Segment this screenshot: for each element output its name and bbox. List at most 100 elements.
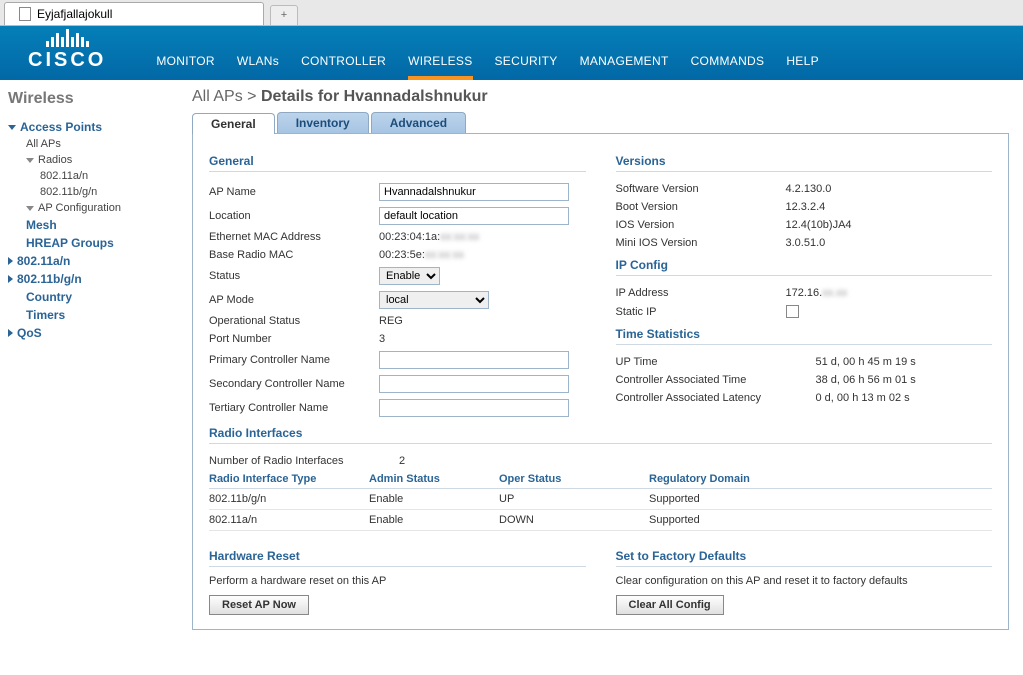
sidebar-radio-80211b[interactable]: 802.11b/g/n bbox=[8, 184, 170, 200]
hw-reset-section: Hardware Reset Perform a hardware reset … bbox=[209, 543, 586, 615]
col-left: General AP Name Location Ethernet MAC Ad… bbox=[209, 148, 586, 420]
brand-text: CISCO bbox=[28, 49, 106, 72]
header-reg-domain: Regulatory Domain bbox=[649, 473, 829, 485]
value-ios-version: 12.4(10b)JA4 bbox=[786, 219, 852, 231]
cisco-bars-icon bbox=[46, 29, 89, 47]
tab-advanced[interactable]: Advanced bbox=[371, 112, 466, 133]
value-base-mac: 00:23:5e:xx:xx:xx bbox=[379, 249, 464, 261]
nav-commands[interactable]: COMMANDS bbox=[691, 54, 765, 68]
value-assoc-time: 38 d, 06 h 56 m 01 s bbox=[816, 374, 916, 386]
label-ap-name: AP Name bbox=[209, 186, 379, 198]
nav-wlans[interactable]: WLANs bbox=[237, 54, 279, 68]
sidebar-80211b[interactable]: 802.11b/g/n bbox=[8, 270, 170, 288]
section-general: General bbox=[209, 154, 586, 172]
sidebar-80211a[interactable]: 802.11a/n bbox=[8, 252, 170, 270]
sidebar-qos[interactable]: QoS bbox=[8, 324, 170, 342]
label-uptime: UP Time bbox=[616, 356, 816, 368]
value-oper-status: REG bbox=[379, 315, 403, 327]
label-sw-version: Software Version bbox=[616, 183, 786, 195]
reset-ap-button[interactable]: Reset AP Now bbox=[209, 595, 309, 615]
label-ter-ctrl: Tertiary Controller Name bbox=[209, 402, 379, 414]
hw-reset-text: Perform a hardware reset on this AP bbox=[209, 575, 586, 587]
sidebar-country[interactable]: Country bbox=[8, 288, 170, 306]
input-ap-name[interactable] bbox=[379, 183, 569, 201]
label-eth-mac: Ethernet MAC Address bbox=[209, 231, 379, 243]
header-bar: CISCO MONITOR WLANs CONTROLLER WIRELESS … bbox=[0, 26, 1023, 80]
label-port: Port Number bbox=[209, 333, 379, 345]
label-pri-ctrl: Primary Controller Name bbox=[209, 354, 379, 366]
value-ip: 172.16.xx.xx bbox=[786, 287, 848, 299]
label-base-mac: Base Radio MAC bbox=[209, 249, 379, 261]
section-ipconfig: IP Config bbox=[616, 258, 993, 276]
nav-help[interactable]: HELP bbox=[786, 54, 819, 68]
tabs: General Inventory Advanced bbox=[192, 112, 1009, 134]
input-ter-ctrl[interactable] bbox=[379, 399, 569, 417]
label-status: Status bbox=[209, 270, 379, 282]
sidebar-timers[interactable]: Timers bbox=[8, 306, 170, 324]
nav-wireless[interactable]: WIRELESS bbox=[408, 54, 472, 68]
sidebar-access-points[interactable]: Access Points bbox=[8, 118, 170, 136]
panel: General AP Name Location Ethernet MAC Ad… bbox=[192, 134, 1009, 630]
nav-monitor[interactable]: MONITOR bbox=[156, 54, 215, 68]
section-versions: Versions bbox=[616, 154, 993, 172]
input-pri-ctrl[interactable] bbox=[379, 351, 569, 369]
label-mini-version: Mini IOS Version bbox=[616, 237, 786, 249]
input-sec-ctrl[interactable] bbox=[379, 375, 569, 393]
value-sw-version: 4.2.130.0 bbox=[786, 183, 832, 195]
sidebar: Wireless Access Points All APs Radios 80… bbox=[0, 80, 178, 638]
browser-tab-bar: Eyjafjallajokull + bbox=[0, 0, 1023, 26]
sidebar-title: Wireless bbox=[8, 90, 170, 108]
header-oper-status: Oper Status bbox=[499, 473, 649, 485]
main-nav: MONITOR WLANs CONTROLLER WIRELESS SECURI… bbox=[156, 54, 819, 80]
label-boot-version: Boot Version bbox=[616, 201, 786, 213]
label-assoc-latency: Controller Associated Latency bbox=[616, 392, 816, 404]
chevron-down-icon bbox=[26, 206, 34, 211]
label-ios-version: IOS Version bbox=[616, 219, 786, 231]
sidebar-radio-80211a[interactable]: 802.11a/n bbox=[8, 168, 170, 184]
chevron-down-icon bbox=[26, 158, 34, 163]
section-factory: Set to Factory Defaults bbox=[616, 549, 993, 567]
sidebar-mesh[interactable]: Mesh bbox=[8, 216, 170, 234]
label-oper-status: Operational Status bbox=[209, 315, 379, 327]
chevron-down-icon bbox=[8, 125, 16, 130]
tab-inventory[interactable]: Inventory bbox=[277, 112, 369, 133]
breadcrumb: All APs > Details for Hvannadalshnukur bbox=[192, 88, 1009, 106]
table-row: 802.11a/n Enable DOWN Supported bbox=[209, 510, 992, 531]
chevron-right-icon bbox=[8, 275, 13, 283]
section-radio-interfaces: Radio Interfaces bbox=[209, 426, 992, 444]
sidebar-all-aps[interactable]: All APs bbox=[8, 136, 170, 152]
sidebar-ap-config[interactable]: AP Configuration bbox=[8, 200, 170, 216]
document-icon bbox=[19, 7, 31, 21]
select-ap-mode[interactable]: local bbox=[379, 291, 489, 309]
tab-general[interactable]: General bbox=[192, 113, 275, 134]
value-assoc-latency: 0 d, 00 h 13 m 02 s bbox=[816, 392, 910, 404]
new-tab-button[interactable]: + bbox=[270, 5, 298, 25]
clear-config-button[interactable]: Clear All Config bbox=[616, 595, 724, 615]
browser-tab[interactable]: Eyjafjallajokull bbox=[4, 2, 264, 25]
main-content: All APs > Details for Hvannadalshnukur G… bbox=[178, 80, 1023, 638]
label-radio-count: Number of Radio Interfaces bbox=[209, 455, 399, 467]
table-row: 802.11b/g/n Enable UP Supported bbox=[209, 489, 992, 510]
browser-tab-title: Eyjafjallajokull bbox=[37, 7, 112, 21]
section-hw-reset: Hardware Reset bbox=[209, 549, 586, 567]
label-location: Location bbox=[209, 210, 379, 222]
label-ip: IP Address bbox=[616, 287, 786, 299]
nav-controller[interactable]: CONTROLLER bbox=[301, 54, 386, 68]
select-status[interactable]: Enable bbox=[379, 267, 440, 285]
factory-text: Clear configuration on this AP and reset… bbox=[616, 575, 993, 587]
chevron-right-icon bbox=[8, 329, 13, 337]
input-location[interactable] bbox=[379, 207, 569, 225]
factory-section: Set to Factory Defaults Clear configurat… bbox=[616, 543, 993, 615]
value-uptime: 51 d, 00 h 45 m 19 s bbox=[816, 356, 916, 368]
sidebar-radios[interactable]: Radios bbox=[8, 152, 170, 168]
header-radio-type: Radio Interface Type bbox=[209, 473, 369, 485]
label-ap-mode: AP Mode bbox=[209, 294, 379, 306]
nav-management[interactable]: MANAGEMENT bbox=[580, 54, 669, 68]
chevron-right-icon bbox=[8, 257, 13, 265]
value-mini-version: 3.0.51.0 bbox=[786, 237, 826, 249]
sidebar-hreap[interactable]: HREAP Groups bbox=[8, 234, 170, 252]
label-static-ip: Static IP bbox=[616, 306, 786, 318]
checkbox-static-ip[interactable] bbox=[786, 305, 799, 318]
nav-security[interactable]: SECURITY bbox=[495, 54, 558, 68]
radio-table-header: Radio Interface Type Admin Status Oper S… bbox=[209, 470, 992, 489]
